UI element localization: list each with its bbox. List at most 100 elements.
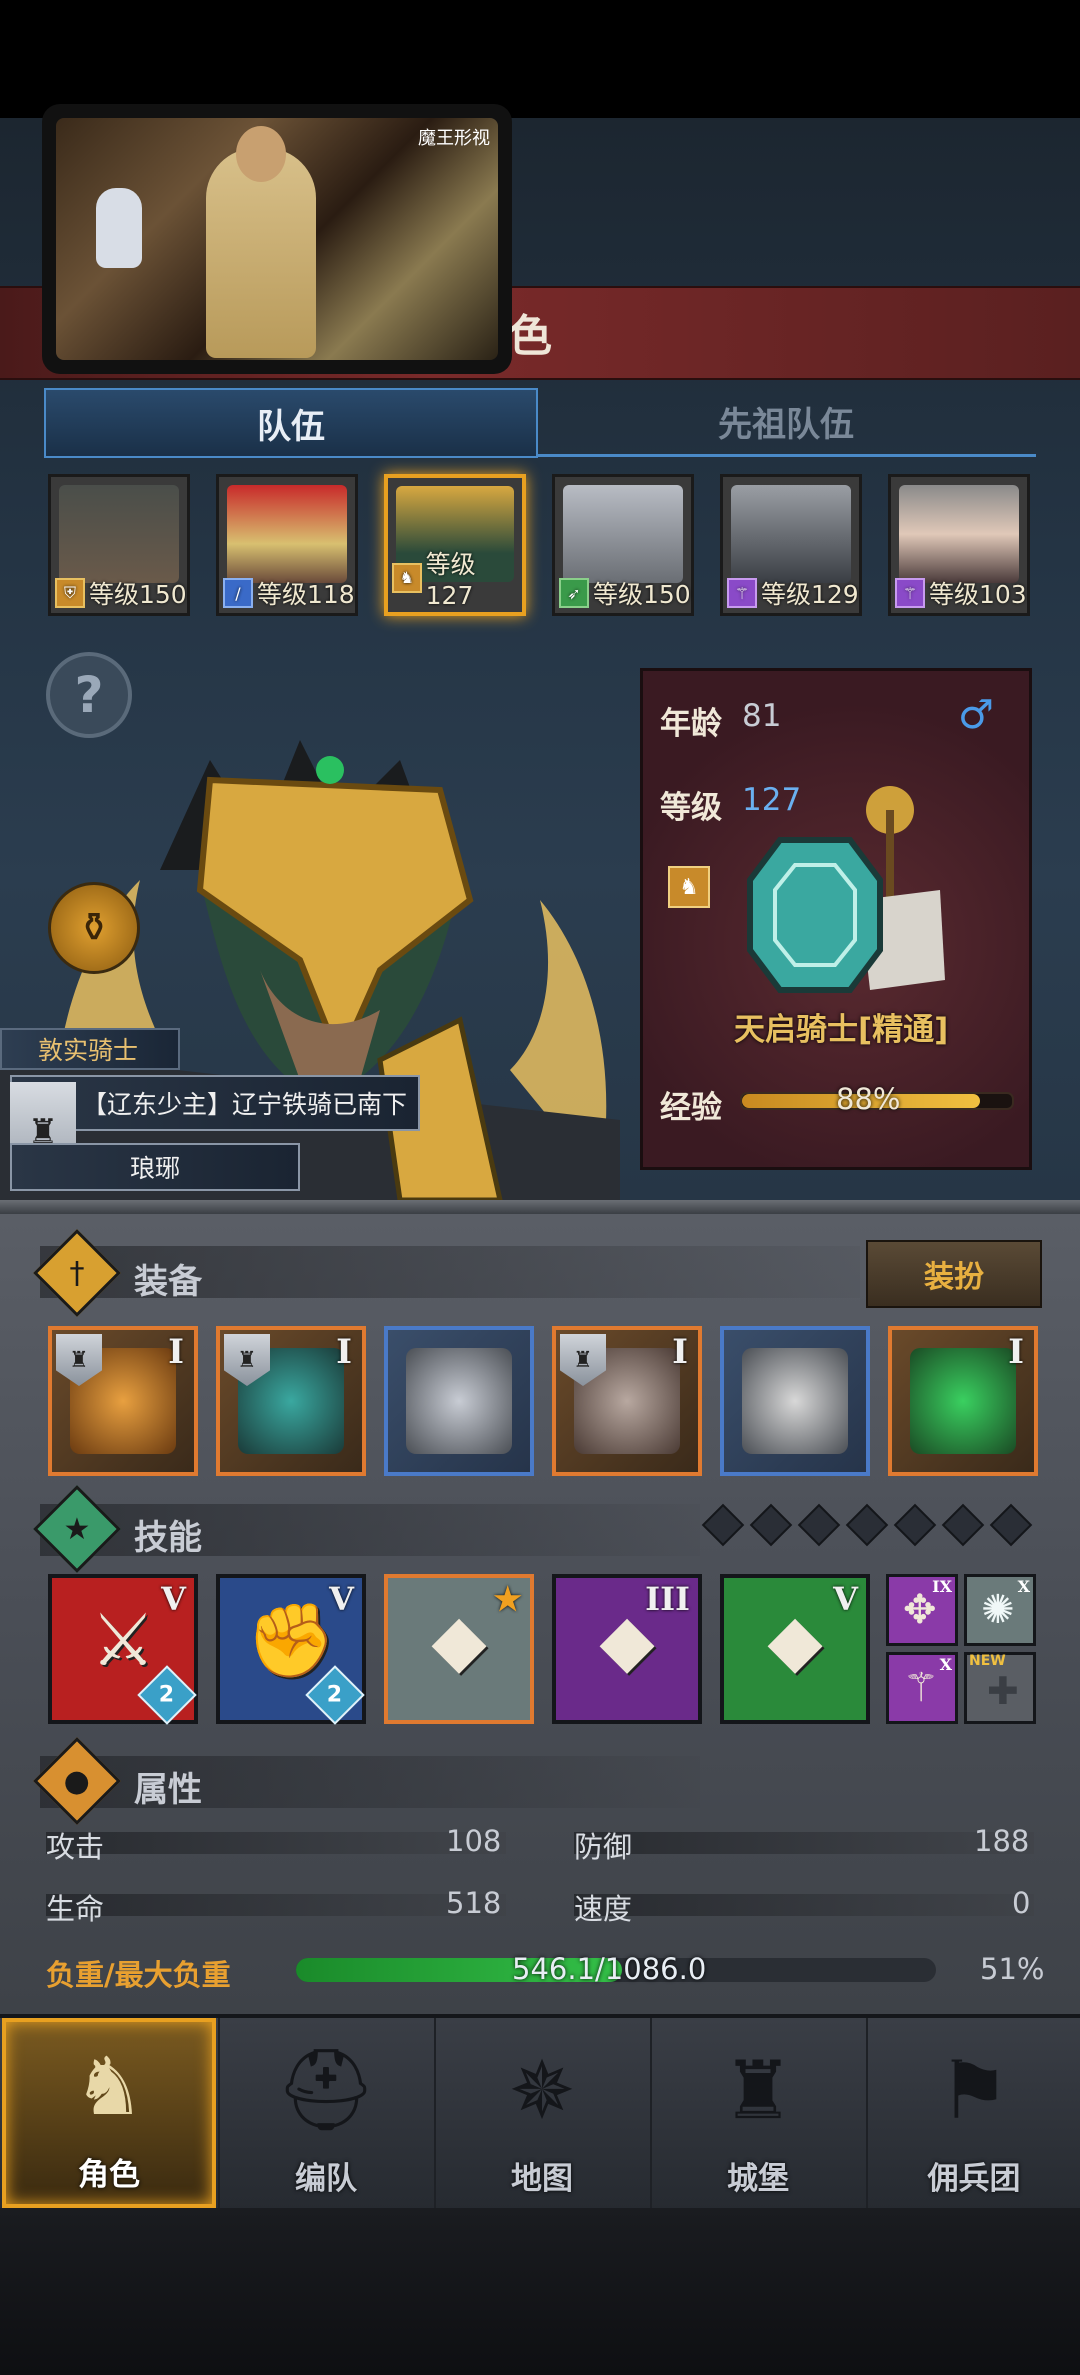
hero-card-3-selected[interactable]: ♞ 等级127 [384,474,526,616]
pip-icon [701,1503,745,1547]
banner-icon: ⚑ [938,2043,1010,2137]
skill-1[interactable]: ⚔ V 2 [48,1574,198,1725]
attack-bar [46,1832,506,1854]
video-frame: 魔王形视 [56,118,498,360]
hero-level: ⚚ 等级103 [891,575,1027,611]
hero-portrait [227,485,347,583]
hero-card-6[interactable]: ⚚ 等级103 [888,474,1030,616]
bow-class-icon: ➶ [559,578,589,608]
hero-level-text: 等级129 [761,580,859,609]
equipment-slot-accessory[interactable]: I [888,1326,1038,1476]
exp-percent: 88% [836,1082,901,1116]
skill-badge-number: 2 [159,1682,175,1708]
castle-icon: ♜ [722,2043,794,2137]
load-percent: 51% [980,1952,1045,1986]
tab-ancestor-team[interactable]: 先祖队伍 [536,388,1036,457]
nav-label: 编队 [295,2161,357,2197]
knight-icon: ♞ [73,2039,145,2133]
hero-level-text: 等级150 [89,580,187,609]
pip-icon [845,1503,889,1547]
defense-bar [574,1832,1034,1854]
hero-level-text: 等级103 [929,580,1027,609]
level-label: 等级 [660,790,722,826]
nav-mercenary[interactable]: ⚑ 佣兵团 [866,2018,1080,2208]
skill-tier: V [833,1580,858,1618]
nav-label: 角色 [78,2157,140,2193]
mini-skill-3[interactable]: ⚚ X [886,1652,958,1724]
skill-star-icon: ★ [493,1580,522,1618]
skill-tier: X [939,1655,952,1674]
skill-tier: III [645,1580,690,1618]
pip-icon [941,1503,985,1547]
nav-formation[interactable]: ⛑ 编队 [218,2018,432,2208]
nav-label: 佣兵团 [927,2161,1021,2197]
equipment-tier: I [336,1332,352,1372]
accessory-art [910,1348,1016,1454]
cross-slot-icon: ✚ [987,1669,1019,1713]
new-tag: NEW [969,1653,1006,1669]
hp-value: 518 [446,1886,502,1920]
class-name: 天启骑士[精通] [734,1012,949,1048]
hero-level-text: 等级127 [425,550,476,610]
equipment-slot-helmet[interactable] [384,1326,534,1476]
horse-class-icon: ♞ [668,866,710,908]
nav-label: 地图 [511,2161,573,2197]
skill-4[interactable]: ◆ III [552,1574,702,1724]
status-bar-area [0,0,1080,118]
shield-class-icon: ⛨ [55,578,85,608]
hero-level: ➶ 等级150 [555,575,691,611]
equipment-slot-armor[interactable]: ♜ I [552,1326,702,1476]
outfit-button[interactable]: 装扮 [866,1240,1042,1308]
mini-skill-2[interactable]: ✺ X [964,1574,1036,1646]
tab-team[interactable]: 队伍 [44,388,538,458]
skill-tier: V [161,1580,186,1618]
nav-label: 城堡 [727,2161,789,2197]
skill-tier: IX [932,1577,952,1596]
hero-level: ⚚ 等级129 [723,575,859,611]
attack-value: 108 [446,1824,502,1858]
video-logo: 魔王形视 [418,128,490,149]
male-gender-icon: ♂ [958,692,994,738]
hero-level-text: 等级118 [257,580,355,609]
equipment-tier: I [672,1332,688,1372]
help-button[interactable]: ? [46,652,132,738]
hero-card-4[interactable]: ➶ 等级150 [552,474,694,616]
attributes-title: 属性 [134,1770,202,1810]
skill-5[interactable]: ◆ V [720,1574,870,1724]
burst-skill-icon: ✺ [981,1587,1015,1633]
video-vase [96,188,142,268]
mini-skill-empty[interactable]: ✚ NEW [964,1652,1036,1724]
nav-map[interactable]: ✵ 地图 [434,2018,648,2208]
hero-card-1[interactable]: ⛨ 等级150 [48,474,190,616]
speed-label: 速度 [574,1892,633,1926]
hero-level: ♞ 等级127 [388,545,522,610]
helmet-icon: ⛑ [275,2043,377,2136]
speed-bar [574,1894,1034,1916]
skills-title: 技能 [134,1518,202,1558]
skill-2[interactable]: ✊ V 2 [216,1574,366,1725]
equipment-slot-shield[interactable]: ♜ I [216,1326,366,1476]
nav-character[interactable]: ♞ 角色 [2,2018,216,2208]
nav-castle[interactable]: ♜ 城堡 [650,2018,864,2208]
potion-button[interactable]: ⚱ [48,882,140,974]
mini-skill-1[interactable]: ✥ IX [886,1574,958,1646]
equipment-tier: I [1008,1332,1024,1372]
section-divider [0,1200,1080,1214]
skill-3[interactable]: ◆ ★ [384,1574,534,1724]
skill-tier: X [1017,1577,1030,1596]
boots-art [742,1348,848,1454]
staff-class-icon: ⚚ [895,578,925,608]
hero-level: ⛨ 等级150 [51,575,187,611]
equipment-slot-weapon[interactable]: ♜ I [48,1326,198,1476]
equipment-slot-boots[interactable] [720,1326,870,1476]
floating-video-window[interactable]: 魔王形视 [42,104,512,374]
hero-level-text: 等级150 [593,580,691,609]
hero-card-2[interactable]: / 等级118 [216,474,358,616]
sword-class-icon: / [223,578,253,608]
skill-slot-pips [701,1503,1033,1547]
exp-label: 经验 [660,1090,722,1126]
hero-card-5[interactable]: ⚚ 等级129 [720,474,862,616]
hero-portrait [59,485,179,583]
staff-class-icon: ⚚ [727,578,757,608]
age-value: 81 [742,698,782,734]
